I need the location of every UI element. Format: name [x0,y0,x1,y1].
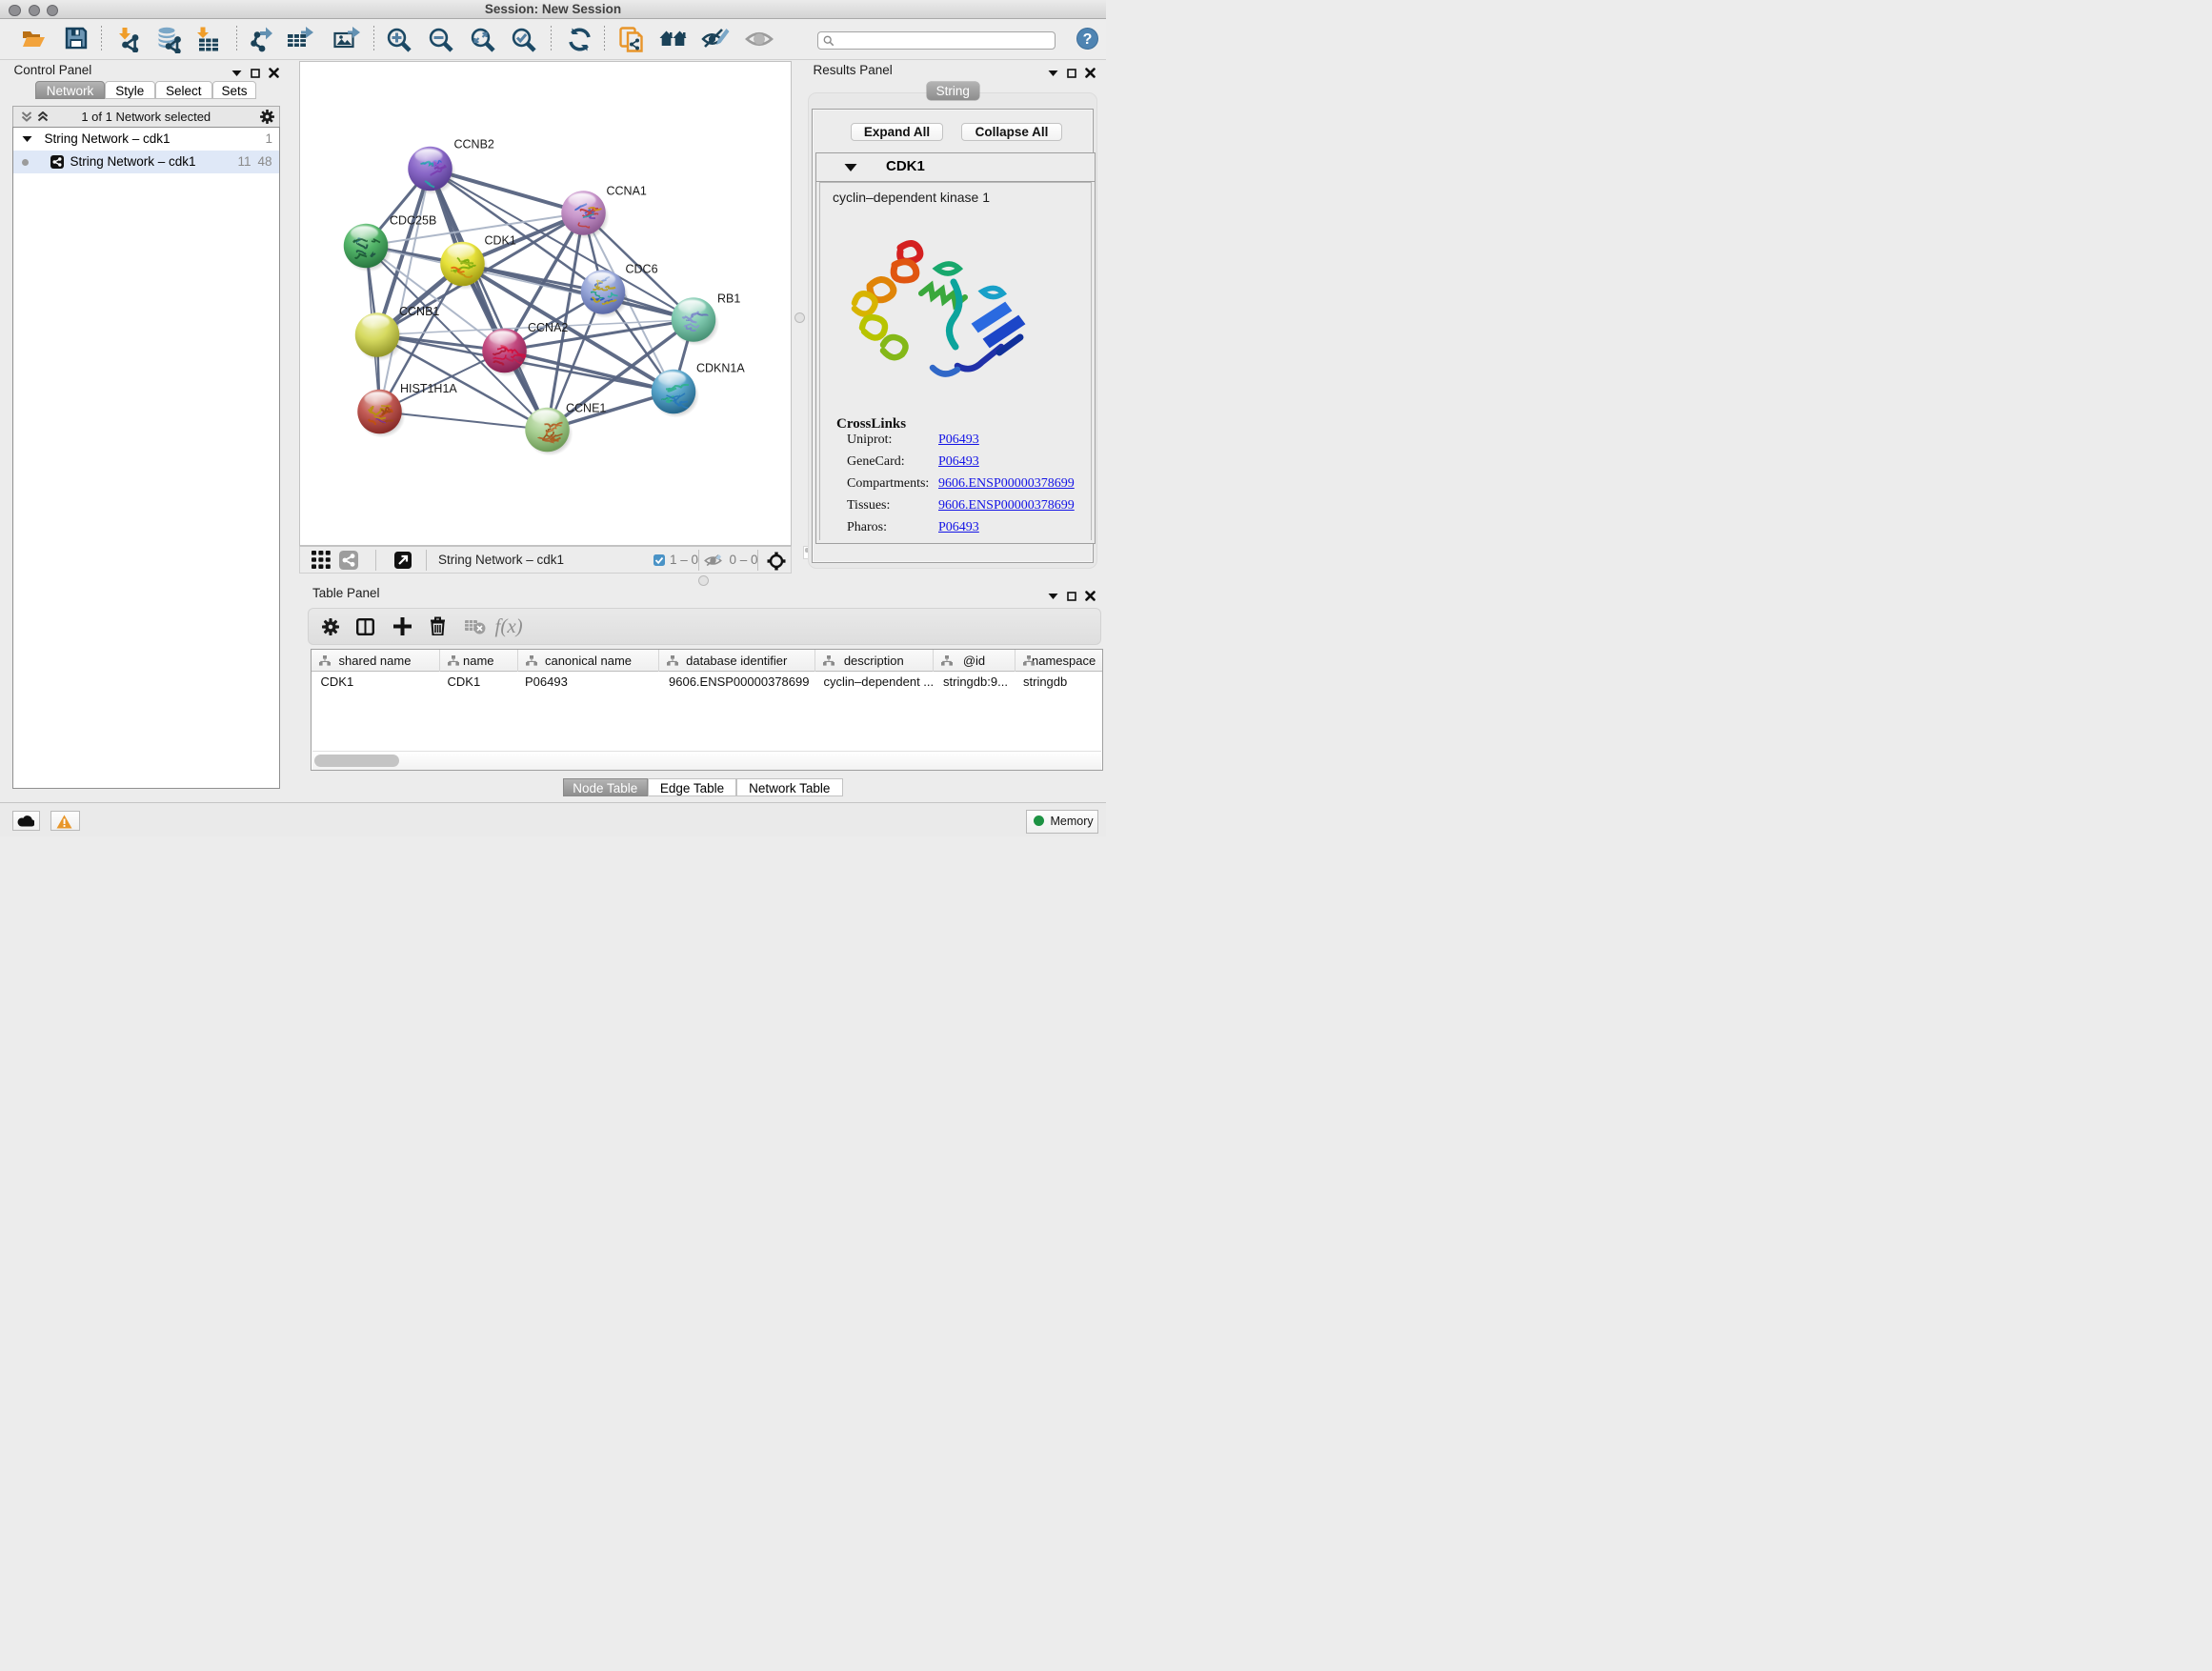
svg-text:CCNB1: CCNB1 [399,305,439,318]
svg-text:CCNE1: CCNE1 [566,402,606,415]
svg-text:CDC6: CDC6 [626,263,658,276]
svg-text:CCNA1: CCNA1 [607,185,647,198]
svg-text:CDC25B: CDC25B [390,214,436,228]
svg-text:?: ? [1083,31,1093,48]
svg-text:CDKN1A: CDKN1A [696,362,745,375]
svg-text:CCNB2: CCNB2 [454,138,494,151]
svg-text:HIST1H1A: HIST1H1A [400,382,457,395]
svg-text:RB1: RB1 [717,292,740,306]
svg-text:CDK1: CDK1 [485,234,516,248]
svg-text:CCNA2: CCNA2 [528,321,568,334]
